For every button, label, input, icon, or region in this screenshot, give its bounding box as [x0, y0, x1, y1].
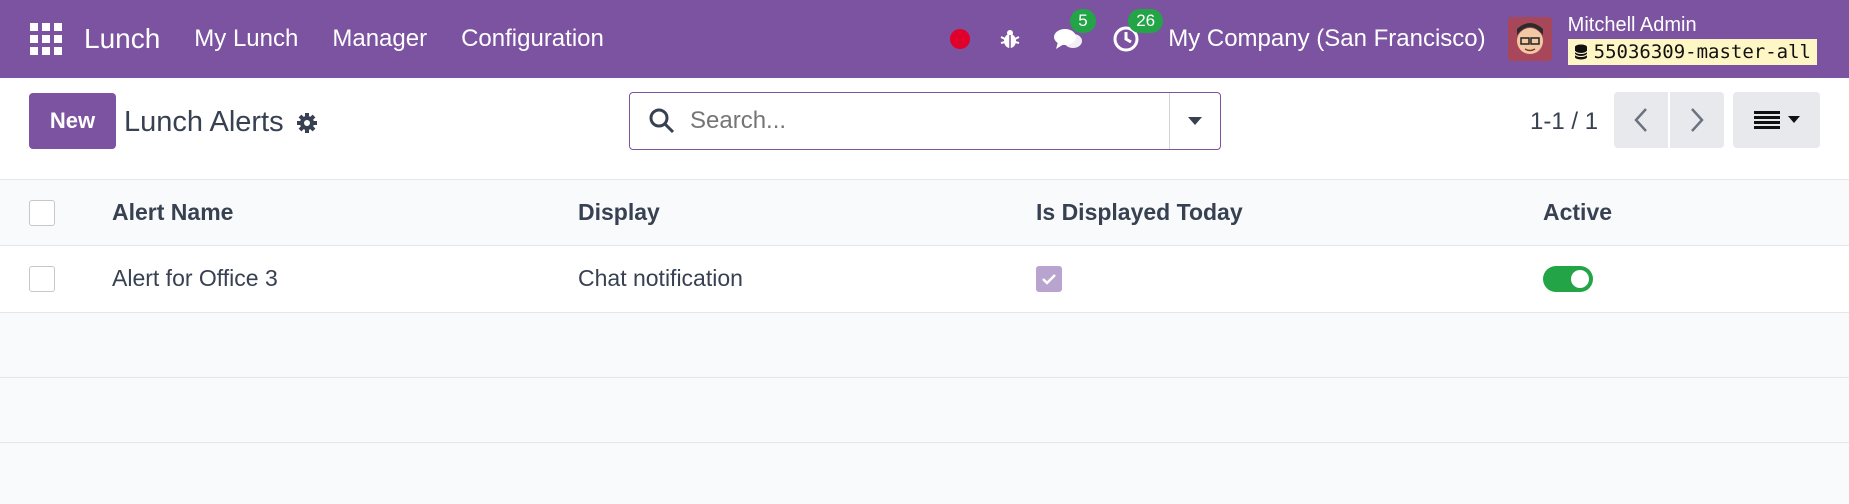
chevron-right-icon [1691, 108, 1704, 132]
menu-configuration[interactable]: Configuration [461, 25, 604, 53]
active-cell [1542, 245, 1849, 312]
header-alert-name[interactable]: Alert Name [111, 180, 577, 245]
alert-name-cell[interactable]: Alert for Office 3 [111, 245, 577, 312]
header-display[interactable]: Display [577, 180, 1035, 245]
alerts-table: Alert Name Display Is Displayed Today Ac… [0, 180, 1849, 443]
new-button[interactable]: New [29, 93, 116, 149]
view-switcher-button[interactable] [1733, 92, 1820, 148]
database-icon [1574, 44, 1588, 59]
messages-badge: 5 [1070, 9, 1096, 33]
company-switcher[interactable]: My Company (San Francisco) [1168, 25, 1485, 53]
search-input[interactable] [688, 100, 1169, 142]
search-options-toggle[interactable] [1169, 93, 1220, 149]
empty-row [0, 312, 1849, 377]
row-select-cell [0, 245, 111, 312]
database-name: 55036309-master-all [1593, 40, 1811, 63]
user-menu[interactable]: Mitchell Admin 55036309-master-all [1567, 13, 1817, 65]
app-brand[interactable]: Lunch [84, 23, 160, 55]
list-view-icon [1753, 111, 1780, 129]
apps-menu-icon[interactable] [30, 23, 62, 55]
menu-my-lunch[interactable]: My Lunch [194, 25, 298, 53]
pager-value[interactable]: 1-1 / 1 [1530, 108, 1598, 136]
top-navbar: Lunch My Lunch Manager Configuration 5 2… [0, 0, 1849, 78]
row-checkbox[interactable] [29, 266, 55, 293]
select-all-cell [0, 180, 111, 245]
debug-bug-icon[interactable] [994, 23, 1026, 55]
select-all-checkbox[interactable] [29, 200, 55, 227]
header-is-displayed-today[interactable]: Is Displayed Today [1035, 180, 1542, 245]
user-name: Mitchell Admin [1567, 13, 1697, 36]
displayed-today-cell [1035, 245, 1542, 312]
user-avatar[interactable] [1507, 17, 1552, 61]
messages-icon[interactable]: 5 [1052, 9, 1096, 55]
caret-down-icon [1188, 117, 1202, 125]
menu-manager[interactable]: Manager [332, 25, 427, 53]
activity-clock-icon[interactable]: 26 [1110, 9, 1164, 55]
caret-down-icon [1787, 116, 1800, 123]
record-icon[interactable] [950, 29, 971, 49]
gear-icon[interactable] [296, 112, 318, 134]
checkmark-icon [1042, 274, 1056, 286]
chevron-left-icon [1634, 108, 1647, 132]
page-title: Lunch Alerts [124, 106, 284, 138]
table-header-row: Alert Name Display Is Displayed Today Ac… [0, 180, 1849, 245]
empty-row [0, 377, 1849, 442]
breadcrumb: Lunch Alerts [124, 106, 318, 139]
displayed-today-checkbox [1036, 266, 1062, 293]
database-badge: 55036309-master-all [1567, 38, 1817, 65]
active-toggle[interactable] [1543, 266, 1593, 293]
search-icon [649, 108, 675, 134]
pager-previous-button[interactable] [1614, 92, 1668, 148]
header-active[interactable]: Active [1542, 180, 1849, 245]
table-row[interactable]: Alert for Office 3 Chat notification [0, 245, 1849, 312]
display-cell[interactable]: Chat notification [577, 245, 1035, 312]
pager-next-button[interactable] [1670, 92, 1724, 148]
activity-badge: 26 [1128, 9, 1164, 33]
control-panel: New Lunch Alerts 1-1 / 1 [0, 78, 1849, 180]
search-bar [629, 92, 1221, 150]
